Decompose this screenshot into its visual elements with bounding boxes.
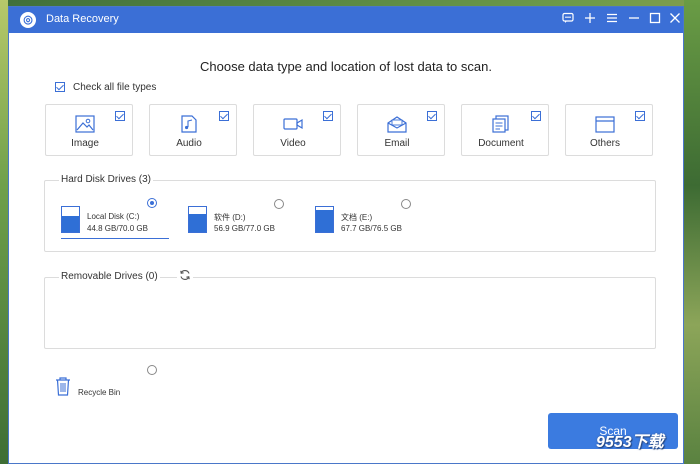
drive-usage-fill [62, 216, 79, 232]
recycle-bin-icon [55, 376, 71, 401]
drive-usage-fill [316, 210, 333, 232]
email-checkbox[interactable] [427, 111, 437, 121]
audio-icon [179, 115, 199, 133]
document-icon [491, 115, 511, 133]
file-type-email[interactable]: Email [357, 104, 445, 156]
drive-radio[interactable] [401, 199, 411, 209]
drive-radio[interactable] [274, 199, 284, 209]
title-bar: ◎ Data Recovery [9, 7, 683, 33]
drive-item[interactable]: 软件 (D:) 56.9 GB/77.0 GB [188, 204, 294, 240]
close-icon[interactable] [665, 10, 685, 30]
file-type-video[interactable]: Video [253, 104, 341, 156]
video-checkbox[interactable] [323, 111, 333, 121]
file-type-label: Video [280, 138, 306, 149]
drive-icon [315, 206, 334, 233]
file-type-image[interactable]: Image [45, 104, 133, 156]
plus-icon[interactable] [580, 10, 600, 30]
removable-drives-title: Removable Drives (0) [59, 271, 160, 282]
drive-radio[interactable] [147, 198, 157, 208]
drive-usage-fill [189, 213, 206, 232]
drive-name: 软件 (D:) [214, 213, 246, 222]
recycle-bin-label: Recycle Bin [78, 388, 121, 397]
video-icon [283, 115, 303, 133]
file-type-label: Audio [176, 138, 202, 149]
drive-name: 文档 (E:) [341, 213, 373, 222]
document-checkbox[interactable] [531, 111, 541, 121]
check-all-label: Check all file types [73, 81, 157, 93]
file-type-label: Email [384, 138, 410, 149]
removable-drives-panel: Removable Drives (0) [44, 269, 656, 349]
drive-icon [188, 206, 207, 233]
desktop-wallpaper-right [684, 0, 700, 464]
file-type-others[interactable]: Others [565, 104, 653, 156]
recycle-bin-radio[interactable] [147, 365, 157, 375]
file-type-audio[interactable]: Audio [149, 104, 237, 156]
selected-drive-underline [61, 238, 169, 239]
drive-size: 56.9 GB/77.0 GB [214, 224, 275, 233]
maximize-icon[interactable] [645, 10, 665, 30]
drive-item[interactable]: Local Disk (C:) 44.8 GB/70.0 GB [61, 204, 169, 240]
drive-size: 67.7 GB/76.5 GB [341, 224, 402, 233]
app-window: ◎ Data Recovery Choose data type and loc… [8, 6, 684, 464]
drive-size: 44.8 GB/70.0 GB [87, 224, 148, 233]
file-type-label: Document [478, 138, 524, 149]
drive-item[interactable]: 文档 (E:) 67.7 GB/76.5 GB [315, 204, 421, 240]
window-title: Data Recovery [46, 13, 119, 25]
audio-checkbox[interactable] [219, 111, 229, 121]
check-all-checkbox[interactable] [55, 82, 65, 92]
site-watermark: 9553下载 [596, 434, 664, 451]
feedback-icon[interactable] [558, 10, 578, 30]
check-all-file-types[interactable]: Check all file types [55, 80, 156, 94]
image-checkbox[interactable] [115, 111, 125, 121]
email-icon [387, 115, 407, 133]
image-icon [75, 115, 95, 133]
page-heading: Choose data type and location of lost da… [200, 59, 492, 74]
hard-disk-drives-title: Hard Disk Drives (3) [59, 174, 154, 185]
file-type-label: Image [71, 138, 99, 149]
minimize-icon[interactable] [624, 10, 644, 30]
folder-icon [595, 115, 615, 133]
drive-icon [61, 206, 80, 233]
refresh-icon[interactable] [177, 269, 193, 285]
drive-name: Local Disk (C:) [87, 212, 140, 221]
desktop-wallpaper-left [0, 0, 8, 464]
file-type-document[interactable]: Document [461, 104, 549, 156]
app-logo-icon: ◎ [20, 12, 36, 28]
file-type-label: Others [589, 138, 620, 149]
hard-disk-drives-panel: Hard Disk Drives (3) Local Disk (C:) 44.… [44, 174, 656, 252]
others-checkbox[interactable] [635, 111, 645, 121]
menu-icon[interactable] [602, 10, 622, 30]
